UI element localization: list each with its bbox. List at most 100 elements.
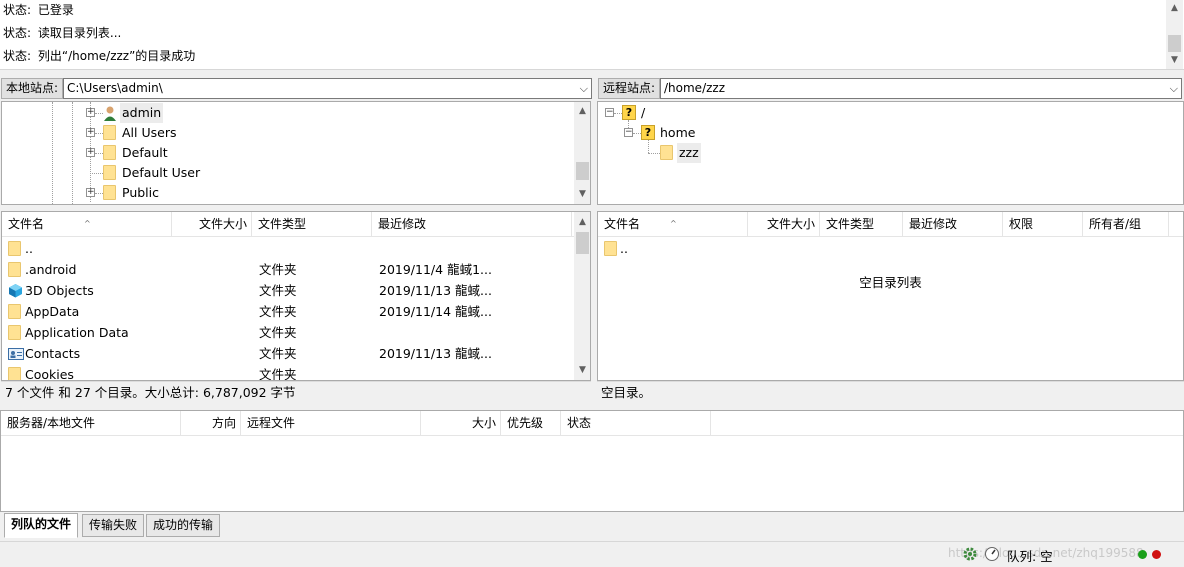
- tree-item-default[interactable]: + Default: [2, 143, 572, 163]
- column-header-permissions[interactable]: 权限: [1003, 212, 1083, 237]
- file-modified: 2019/11/13 龍蜮...: [379, 346, 492, 361]
- tree-item-zzz[interactable]: zzz: [598, 143, 1178, 163]
- scroll-thumb[interactable]: [1168, 35, 1181, 52]
- scroll-down-icon[interactable]: ▼: [1166, 52, 1183, 68]
- list-item[interactable]: AppData 文件夹 2019/11/14 龍蜮...: [2, 301, 572, 322]
- column-header-filesize[interactable]: 文件大小: [748, 212, 820, 237]
- tab-successful-transfers[interactable]: 成功的传输: [146, 514, 221, 537]
- file-type: 文件夹: [259, 325, 297, 340]
- tree-item-home[interactable]: − ? home: [598, 123, 1178, 143]
- tree-item-label: Default User: [122, 165, 201, 180]
- local-file-list: 文件名 ^ 文件大小 文件类型 最近修改 .. .android 文件夹 2019/11…: [1, 211, 591, 381]
- expand-icon[interactable]: +: [86, 108, 95, 117]
- file-name: 3D Objects: [25, 283, 94, 298]
- column-header-filesize[interactable]: 文件大小: [172, 212, 252, 237]
- file-name: Cookies: [25, 367, 74, 381]
- transfer-queue: 服务器/本地文件 方向 远程文件 大小 优先级 状态: [0, 410, 1184, 512]
- scroll-thumb[interactable]: [576, 162, 589, 180]
- settings-gear-icon[interactable]: [962, 546, 978, 562]
- log-text: 列出“/home/zzz”的目录成功: [37, 49, 196, 63]
- column-header-status[interactable]: 状态: [561, 411, 711, 436]
- file-modified: 2019/11/13 龍蜮...: [379, 283, 492, 298]
- message-log: 状态: 已登录 状态: 读取目录列表... 状态: 列出“/home/zzz”的…: [0, 0, 1184, 70]
- column-header-size[interactable]: 大小: [421, 411, 501, 436]
- folder-icon: [8, 367, 21, 380]
- remote-directory-tree: − ? / − ? home zzz: [597, 101, 1184, 205]
- column-header-server-file[interactable]: 服务器/本地文件: [1, 411, 181, 436]
- queue-header: 服务器/本地文件 方向 远程文件 大小 优先级 状态: [1, 411, 1183, 436]
- list-item[interactable]: 3D Objects 文件夹 2019/11/13 龍蜮...: [2, 280, 572, 301]
- local-list-header: 文件名 ^ 文件大小 文件类型 最近修改: [2, 212, 590, 237]
- tab-queued-files[interactable]: 列队的文件: [4, 513, 79, 538]
- remote-status-summary: 空目录。: [597, 381, 1184, 403]
- remote-path-combobox[interactable]: /home/zzz ⌵: [660, 78, 1182, 99]
- sort-ascending-icon: ^: [670, 219, 677, 228]
- list-item[interactable]: ..: [2, 238, 572, 259]
- column-header-filename[interactable]: 文件名 ^: [2, 212, 172, 237]
- tree-item-label: Public: [122, 185, 159, 200]
- log-line: 状态: 已登录: [3, 1, 74, 19]
- log-scrollbar[interactable]: ▲ ▼: [1166, 0, 1183, 69]
- file-type: 文件夹: [259, 346, 297, 361]
- expand-icon[interactable]: +: [86, 148, 95, 157]
- list-item[interactable]: .android 文件夹 2019/11/4 龍蜮1...: [2, 259, 572, 280]
- column-header-filename[interactable]: 文件名 ^: [598, 212, 748, 237]
- folder-icon: [103, 165, 116, 180]
- collapse-icon[interactable]: −: [605, 108, 614, 117]
- column-header-modified[interactable]: 最近修改: [372, 212, 572, 237]
- column-header-owner[interactable]: 所有者/组: [1083, 212, 1169, 237]
- tree-item-public[interactable]: + Public: [2, 183, 572, 203]
- collapse-icon[interactable]: −: [624, 128, 633, 137]
- remote-list-header: 文件名 ^ 文件大小 文件类型 最近修改 权限 所有者/组: [598, 212, 1183, 237]
- log-line: 状态: 读取目录列表...: [3, 24, 121, 42]
- tree-item-label: Default: [122, 145, 168, 160]
- scroll-thumb[interactable]: [576, 232, 589, 254]
- local-directory-tree: + admin + All Users + Default Default Us…: [1, 101, 591, 205]
- column-header-direction[interactable]: 方向: [181, 411, 241, 436]
- tree-item-root[interactable]: − ? /: [598, 103, 1178, 123]
- folder-icon: [8, 241, 21, 256]
- tree-item-label: home: [660, 125, 696, 140]
- list-item[interactable]: Application Data 文件夹: [2, 322, 572, 343]
- local-list-scrollbar[interactable]: ▲ ▼: [574, 212, 590, 380]
- column-header-priority[interactable]: 优先级: [501, 411, 561, 436]
- speed-limit-icon[interactable]: [984, 546, 1000, 562]
- file-modified: 2019/11/4 龍蜮1...: [379, 262, 492, 277]
- scroll-up-icon[interactable]: ▲: [574, 103, 590, 119]
- list-item[interactable]: Contacts 文件夹 2019/11/13 龍蜮...: [2, 343, 572, 364]
- expand-icon[interactable]: +: [86, 188, 95, 197]
- list-item[interactable]: ..: [598, 238, 1158, 259]
- list-item[interactable]: Cookies 文件夹: [2, 364, 572, 381]
- folder-icon: [660, 145, 673, 160]
- expand-icon[interactable]: +: [86, 128, 95, 137]
- tab-failed-transfers[interactable]: 传输失败: [82, 514, 145, 537]
- tree-item-label: zzz: [677, 143, 701, 163]
- receive-indicator-icon: [1138, 550, 1147, 559]
- scroll-up-icon[interactable]: ▲: [574, 214, 590, 230]
- bottom-status-bar: https://blog.csdn.net/zhq199588 队列: 空: [0, 541, 1184, 567]
- column-header-filetype[interactable]: 文件类型: [252, 212, 372, 237]
- file-name: AppData: [25, 304, 80, 319]
- scroll-down-icon[interactable]: ▼: [574, 362, 590, 378]
- scroll-up-icon[interactable]: ▲: [1166, 0, 1183, 16]
- log-label: 状态:: [3, 49, 32, 63]
- folder-icon: [103, 145, 116, 160]
- local-path-combobox[interactable]: C:\Users\admin\ ⌵: [63, 78, 592, 99]
- remote-site-bar: 远程站点: /home/zzz ⌵: [597, 76, 1184, 100]
- column-header-filetype[interactable]: 文件类型: [820, 212, 903, 237]
- scroll-down-icon[interactable]: ▼: [574, 186, 590, 202]
- local-tree-scrollbar[interactable]: ▲ ▼: [574, 102, 590, 204]
- chevron-down-icon[interactable]: ⌵: [580, 79, 588, 98]
- column-header-remote-file[interactable]: 远程文件: [241, 411, 421, 436]
- file-name: Application Data: [25, 325, 129, 340]
- file-modified: 2019/11/14 龍蜮...: [379, 304, 492, 319]
- tree-item-label: admin: [120, 103, 164, 123]
- tree-item-all-users[interactable]: + All Users: [2, 123, 572, 143]
- file-type: 文件夹: [259, 367, 297, 381]
- folder-icon: [103, 125, 116, 140]
- tree-item-admin[interactable]: + admin: [2, 103, 572, 123]
- column-header-modified[interactable]: 最近修改: [903, 212, 1003, 237]
- chevron-down-icon[interactable]: ⌵: [1170, 79, 1178, 98]
- queue-status: 队列: 空: [1007, 549, 1053, 564]
- tree-item-default-user[interactable]: Default User: [2, 163, 572, 183]
